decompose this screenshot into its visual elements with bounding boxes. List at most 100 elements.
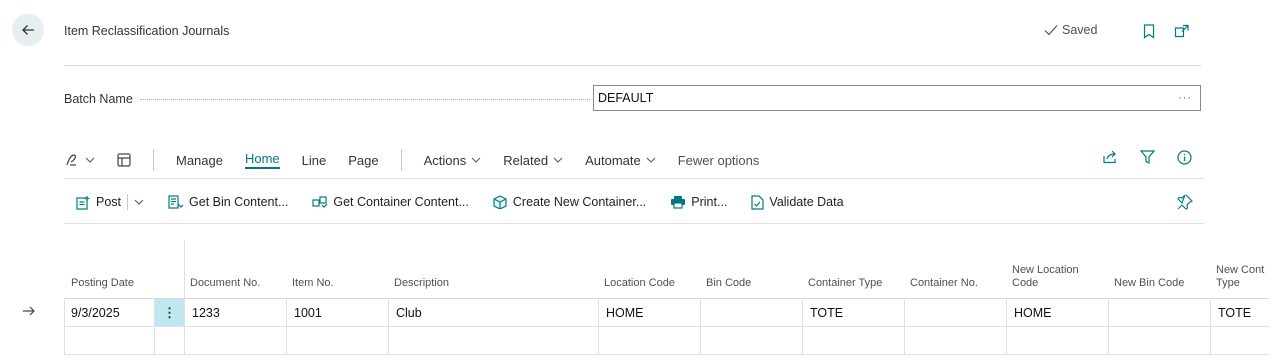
column-header-new-container-type[interactable]: New Cont Type bbox=[1216, 264, 1264, 290]
batch-name-leader bbox=[140, 99, 590, 100]
column-header-description[interactable]: Description bbox=[394, 277, 449, 290]
cell-location-code[interactable]: HOME bbox=[606, 306, 644, 320]
batch-name-field[interactable]: DEFAULT ··· bbox=[593, 85, 1201, 111]
post-label: Post bbox=[96, 195, 122, 209]
column-header-document-no[interactable]: Document No. bbox=[190, 277, 260, 290]
get-bin-content-label: Get Bin Content... bbox=[189, 195, 289, 209]
grid-line bbox=[64, 298, 1269, 299]
pin-icon bbox=[1177, 194, 1193, 210]
menu-actions-label: Actions bbox=[423, 152, 467, 168]
open-new-window-button[interactable] bbox=[1173, 22, 1191, 40]
tab-page[interactable]: Page bbox=[348, 153, 378, 168]
menu-related-label: Related bbox=[503, 152, 549, 168]
cell-posting-date[interactable]: 9/3/2025 bbox=[71, 306, 120, 320]
column-header-line: New Location bbox=[1012, 264, 1079, 276]
command-bar: Post Get Bin Content... Get Container Co… bbox=[76, 191, 1200, 213]
menu-automate-label: Automate bbox=[585, 152, 641, 168]
get-bin-content-button[interactable]: Get Bin Content... bbox=[168, 194, 289, 210]
get-container-content-icon bbox=[312, 195, 328, 209]
print-label: Print... bbox=[691, 195, 728, 209]
grid-column-line bbox=[1006, 298, 1007, 354]
column-header-container-type[interactable]: Container Type bbox=[808, 277, 882, 290]
column-header-item-no[interactable]: Item No. bbox=[292, 277, 334, 290]
grid-line bbox=[64, 326, 1269, 327]
cell-document-no[interactable]: 1233 bbox=[192, 306, 220, 320]
column-header-bin-code[interactable]: Bin Code bbox=[706, 277, 751, 290]
menu-actions[interactable]: Actions bbox=[424, 153, 482, 168]
menu-automate[interactable]: Automate bbox=[585, 153, 656, 168]
pin-button[interactable] bbox=[1177, 194, 1193, 210]
validate-data-button[interactable]: Validate Data bbox=[751, 194, 844, 210]
post-icon bbox=[76, 195, 91, 210]
batch-name-lookup-button[interactable]: ··· bbox=[1178, 92, 1192, 104]
cell-description[interactable]: Club bbox=[396, 306, 422, 320]
grid-column-line bbox=[388, 298, 389, 354]
cell-new-container-type[interactable]: TOTE bbox=[1218, 306, 1251, 320]
column-header-line: Code bbox=[1012, 277, 1039, 289]
tab-manage[interactable]: Manage bbox=[176, 153, 223, 168]
arrow-right-icon bbox=[22, 305, 36, 317]
grid-column-line bbox=[64, 298, 65, 354]
saved-label: Saved bbox=[1062, 23, 1098, 37]
action-bar-separator bbox=[400, 149, 402, 171]
grid-column-line bbox=[802, 298, 803, 354]
get-container-content-button[interactable]: Get Container Content... bbox=[312, 195, 469, 209]
actionbar-divider bbox=[64, 178, 1204, 179]
tab-line[interactable]: Line bbox=[302, 153, 327, 168]
current-row-indicator bbox=[22, 305, 36, 317]
grid-column-line bbox=[184, 298, 185, 354]
grid-column-line bbox=[904, 298, 905, 354]
batch-name-value: DEFAULT bbox=[598, 91, 654, 105]
validate-data-label: Validate Data bbox=[769, 195, 844, 209]
open-in-new-icon bbox=[1174, 24, 1190, 38]
menu-related[interactable]: Related bbox=[503, 153, 563, 168]
column-header-posting-date[interactable]: Posting Date bbox=[71, 277, 134, 290]
create-new-container-label: Create New Container... bbox=[512, 195, 647, 209]
column-header-location-code[interactable]: Location Code bbox=[604, 277, 675, 290]
share-icon[interactable] bbox=[1102, 150, 1118, 165]
header-column-divider bbox=[184, 240, 185, 298]
grid-column-line bbox=[1210, 298, 1211, 354]
grid-column-line bbox=[700, 298, 701, 354]
action-bar-separator bbox=[153, 149, 154, 171]
cell-container-type[interactable]: TOTE bbox=[810, 306, 843, 320]
get-container-content-label: Get Container Content... bbox=[333, 195, 469, 209]
cell-item-no[interactable]: 1001 bbox=[294, 306, 322, 320]
grid-column-line bbox=[1108, 298, 1109, 354]
saved-status: Saved bbox=[1044, 23, 1097, 37]
arrow-left-icon bbox=[20, 22, 36, 38]
split-button-divider bbox=[127, 194, 129, 210]
filter-pane-button[interactable] bbox=[64, 153, 95, 167]
header-divider bbox=[64, 65, 1201, 66]
create-container-icon bbox=[493, 195, 508, 209]
printer-icon bbox=[670, 195, 686, 209]
back-button[interactable] bbox=[12, 14, 44, 46]
filter-icon[interactable] bbox=[1140, 150, 1155, 165]
chevron-down-icon bbox=[471, 157, 481, 163]
tab-home[interactable]: Home bbox=[244, 151, 280, 169]
print-button[interactable]: Print... bbox=[670, 195, 727, 209]
action-bar: Manage Home Line Page Actions Related Au… bbox=[64, 148, 1204, 172]
post-options-button[interactable] bbox=[134, 199, 144, 205]
layout-panel-icon bbox=[117, 153, 131, 167]
bookmark-icon bbox=[1143, 23, 1155, 39]
create-new-container-button[interactable]: Create New Container... bbox=[493, 195, 646, 209]
post-button[interactable]: Post bbox=[76, 195, 121, 210]
validate-document-icon bbox=[751, 194, 765, 210]
bookmark-button[interactable] bbox=[1140, 22, 1158, 40]
show-factbox-button[interactable] bbox=[117, 153, 131, 167]
column-header-container-no[interactable]: Container No. bbox=[910, 277, 978, 290]
fewer-options-button[interactable]: Fewer options bbox=[678, 153, 760, 168]
ai-sparkle-icon bbox=[64, 153, 80, 167]
info-icon[interactable] bbox=[1177, 150, 1192, 165]
column-header-new-bin-code[interactable]: New Bin Code bbox=[1114, 277, 1184, 290]
chevron-down-icon bbox=[553, 157, 563, 163]
column-header-line: Type bbox=[1216, 277, 1240, 289]
cell-new-location-code[interactable]: HOME bbox=[1014, 306, 1052, 320]
page-title: Item Reclassification Journals bbox=[64, 24, 230, 38]
column-header-new-location-code[interactable]: New Location Code bbox=[1012, 264, 1079, 290]
chevron-down-icon bbox=[85, 157, 95, 163]
row-actions-button[interactable]: ⋮ bbox=[155, 299, 184, 326]
commandbar-divider bbox=[64, 223, 1204, 224]
action-bar-right bbox=[1102, 150, 1192, 165]
